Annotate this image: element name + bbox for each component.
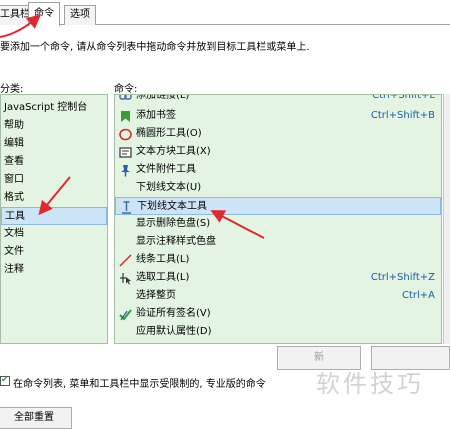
category-item-tools[interactable]: 工具 [1, 207, 107, 225]
command-name: 文件附件工具 [136, 164, 196, 175]
commands-list[interactable]: 添加链接(L) Ctrl+Shift+L 添加书签 Ctrl+Shift+B 椭… [114, 94, 442, 344]
category-item-comment[interactable]: 注释 [1, 261, 107, 279]
command-item[interactable]: 添加书签 Ctrl+Shift+B [115, 107, 441, 125]
command-item[interactable]: 应用默认属性(D) [115, 323, 441, 341]
tab-options[interactable]: 选项 [64, 5, 96, 25]
category-item-format[interactable]: 格式 [1, 189, 107, 207]
verify-icon [119, 309, 132, 321]
show-restricted-commands-checkbox[interactable]: ✔ [0, 375, 10, 386]
command-name: 线条工具(L) [136, 254, 190, 265]
tab-commands[interactable]: 命令 [28, 2, 60, 26]
command-item[interactable]: 显示注释样式色盘 [115, 233, 441, 251]
commands-label: 命令: [114, 84, 138, 95]
command-item[interactable]: 选择整页 Ctrl+A [115, 287, 441, 305]
command-name: 选择整页 [136, 290, 176, 301]
command-item[interactable]: 显示删除色盘(S) [115, 215, 441, 233]
categories-list[interactable]: JavaScript 控制台 帮助 编辑 查看 窗口 格式 工具 文档 文件 注… [0, 94, 108, 344]
show-restricted-commands-label: 在命令列表, 菜单和工具栏中显示受限制的, 专业版的命令 [13, 379, 266, 390]
command-item[interactable]: 椭圆形工具(O) [115, 125, 441, 143]
ellipse-icon [119, 128, 132, 141]
category-item-edit[interactable]: 编辑 [1, 135, 107, 153]
category-item-view[interactable]: 查看 [1, 153, 107, 171]
command-name: 椭圆形工具(O) [136, 128, 202, 139]
reset-all-button[interactable]: 全部重置 [0, 407, 72, 429]
command-shortcut: Ctrl+Shift+B [370, 110, 435, 121]
command-item[interactable]: 添加链接(L) Ctrl+Shift+L [115, 94, 441, 105]
command-name: 下划线文本(U) [136, 182, 202, 193]
command-item[interactable]: 线条工具(L) [115, 251, 441, 269]
command-name: 显示注释样式色盘 [136, 236, 216, 247]
bookmark-icon [121, 111, 130, 122]
category-item-help[interactable]: 帮助 [1, 117, 107, 135]
text-cursor-icon [122, 201, 131, 214]
command-item[interactable]: 文件附件工具 [115, 161, 441, 179]
categories-label: 分类: [0, 84, 24, 95]
command-name: 添加书签 [136, 110, 176, 121]
command-name: 显示删除色盘(S) [136, 218, 211, 229]
command-name: 下划线文本工具 [137, 201, 207, 212]
command-shortcut: Ctrl+Shift+Z [370, 272, 435, 283]
select-icon [120, 273, 131, 285]
textbox-icon [119, 147, 132, 158]
command-shortcut: Ctrl+A [401, 290, 435, 301]
command-item-selected[interactable]: 下划线文本工具 [115, 197, 441, 215]
line-icon [119, 254, 132, 267]
command-name: 添加链接(L) [136, 94, 190, 101]
command-item[interactable]: 选取工具(L) Ctrl+Shift+Z [115, 269, 441, 287]
check-mark-icon: ✔ [1, 375, 9, 385]
command-item[interactable]: 下划线文本(U) [115, 179, 441, 197]
category-item-file[interactable]: 文件 [1, 243, 107, 261]
commands-scrollbar[interactable] [443, 94, 450, 344]
command-name: 验证所有签名(V) [136, 308, 211, 319]
command-name: 选取工具(L) [136, 272, 190, 283]
link-icon [119, 95, 132, 100]
pin-icon [121, 165, 130, 177]
category-item-document[interactable]: 文档 [1, 225, 107, 243]
tab-strip: 工具栏 命令 选项 [0, 0, 450, 26]
command-item[interactable]: 文本方块工具(X) [115, 143, 441, 161]
command-name: 应用默认属性(D) [136, 326, 212, 337]
category-item-javascript-console[interactable]: JavaScript 控制台 [1, 99, 107, 117]
command-item[interactable]: 验证所有签名(V) [115, 305, 441, 323]
watermark: 软件技巧 [316, 370, 424, 398]
command-name: 文本方块工具(X) [136, 146, 211, 157]
instruction-text: 要添加一个命令, 请从命令列表中拖动命令并放到目标工具栏或菜单上. [0, 42, 310, 53]
command-shortcut: Ctrl+Shift+L [372, 94, 435, 101]
category-item-window[interactable]: 窗口 [1, 171, 107, 189]
